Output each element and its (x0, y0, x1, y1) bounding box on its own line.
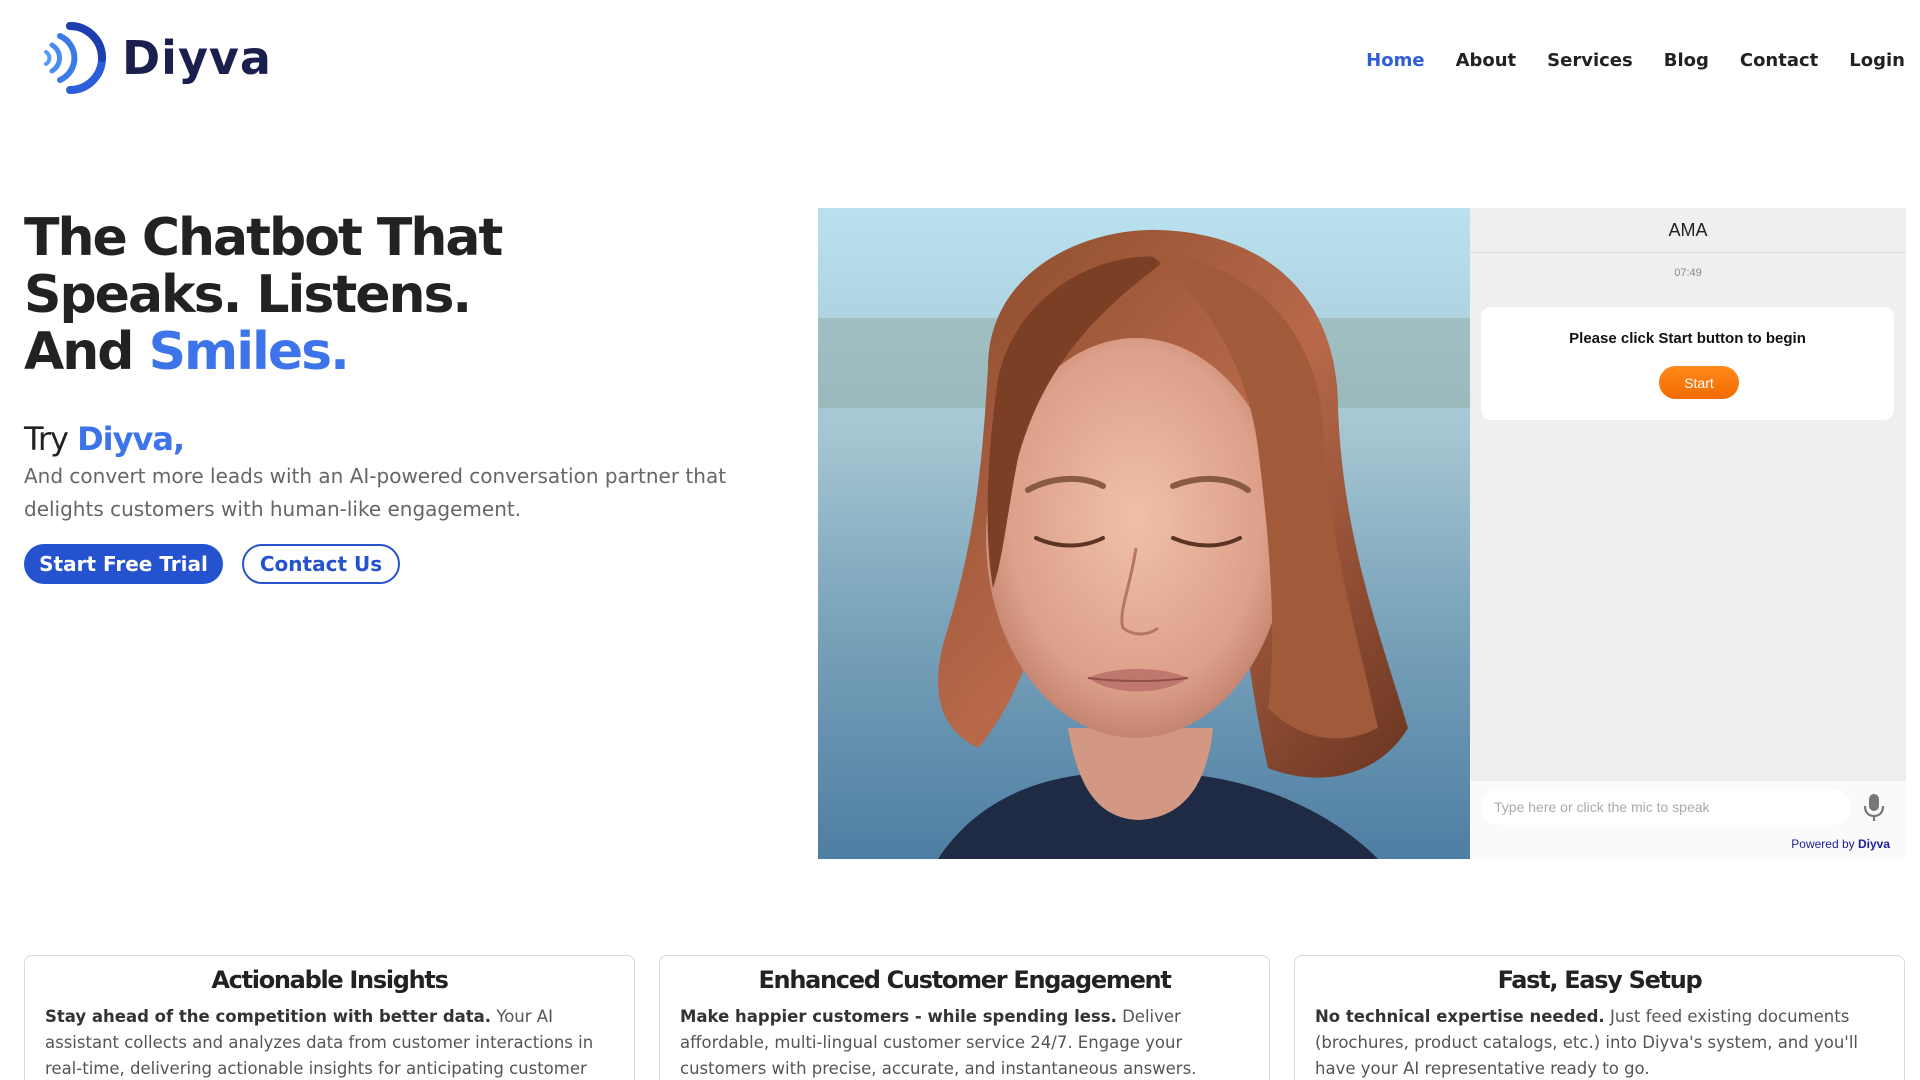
microphone-icon[interactable] (1862, 793, 1886, 823)
nav-item-services[interactable]: Services (1547, 50, 1633, 71)
chat-message-input[interactable] (1481, 789, 1851, 825)
feature-card-title: Fast, Easy Setup (1497, 966, 1703, 994)
logo[interactable]: Diyva (40, 20, 272, 96)
feature-card-body: No technical expertise needed. Just feed… (1315, 1004, 1884, 1080)
try-prefix: Try (24, 420, 78, 458)
hero-line-3-prefix: And (24, 322, 149, 382)
hero-title: The Chatbot That Speaks. Listens. And Sm… (24, 208, 503, 382)
feature-card-body: Make happier customers - while spending … (680, 1004, 1249, 1080)
feature-card-lead: Make happier customers - while spending … (680, 1007, 1117, 1026)
feature-card-title: Enhanced Customer Engagement (758, 966, 1171, 994)
logo-text: Diyva (122, 31, 272, 85)
hero-line-3-accent: Smiles. (148, 322, 350, 382)
try-accent: Diyva, (77, 420, 185, 458)
hero-subtitle: And convert more leads with an AI-powere… (24, 464, 727, 521)
chat-input-bar: Powered by Diyva (1470, 781, 1906, 859)
avatar-video (818, 208, 1470, 859)
nav-item-about[interactable]: About (1456, 50, 1517, 71)
chat-title: AMA (1470, 208, 1906, 253)
feature-card-lead: Stay ahead of the competition with bette… (45, 1007, 492, 1026)
feature-card-insights: Actionable Insights Stay ahead of the co… (24, 955, 635, 1080)
nav-item-contact[interactable]: Contact (1740, 50, 1818, 71)
avatar-portrait-image (818, 208, 1470, 859)
nav-item-login[interactable]: Login (1849, 50, 1905, 71)
feature-card-title: Actionable Insights (211, 966, 448, 994)
feature-card-body: Stay ahead of the competition with bette… (45, 1004, 614, 1080)
try-line: Try Diyva, (24, 420, 185, 458)
feature-card-lead: No technical expertise needed. (1315, 1007, 1605, 1026)
main-nav: Home About Services Blog Contact Login (1366, 50, 1905, 71)
hero-line-1: The Chatbot That (24, 208, 503, 268)
powered-by: Powered by Diyva (1791, 837, 1890, 851)
powered-by-brand-link[interactable]: Diyva (1858, 837, 1890, 851)
contact-us-button[interactable]: Contact Us (242, 544, 400, 584)
chat-start-button[interactable]: Start (1659, 366, 1739, 399)
site-header: Diyva Home About Services Blog Contact L… (0, 0, 1920, 120)
feature-card-engagement: Enhanced Customer Engagement Make happie… (659, 955, 1270, 1080)
chat-timestamp: 07:49 (1674, 267, 1702, 279)
start-free-trial-button[interactable]: Start Free Trial (24, 544, 223, 584)
chat-start-card: Please click Start button to begin Start (1481, 307, 1894, 420)
powered-by-prefix: Powered by (1791, 837, 1858, 851)
feature-card-setup: Fast, Easy Setup No technical expertise … (1294, 955, 1905, 1080)
logo-waves-icon (44, 22, 106, 94)
chat-widget: AMA 07:49 Please click Start button to b… (1470, 208, 1906, 859)
hero-line-2: Speaks. Listens. (24, 265, 472, 325)
nav-item-blog[interactable]: Blog (1664, 50, 1709, 71)
chat-prompt-text: Please click Start button to begin (1569, 330, 1806, 347)
nav-item-home[interactable]: Home (1366, 50, 1424, 71)
